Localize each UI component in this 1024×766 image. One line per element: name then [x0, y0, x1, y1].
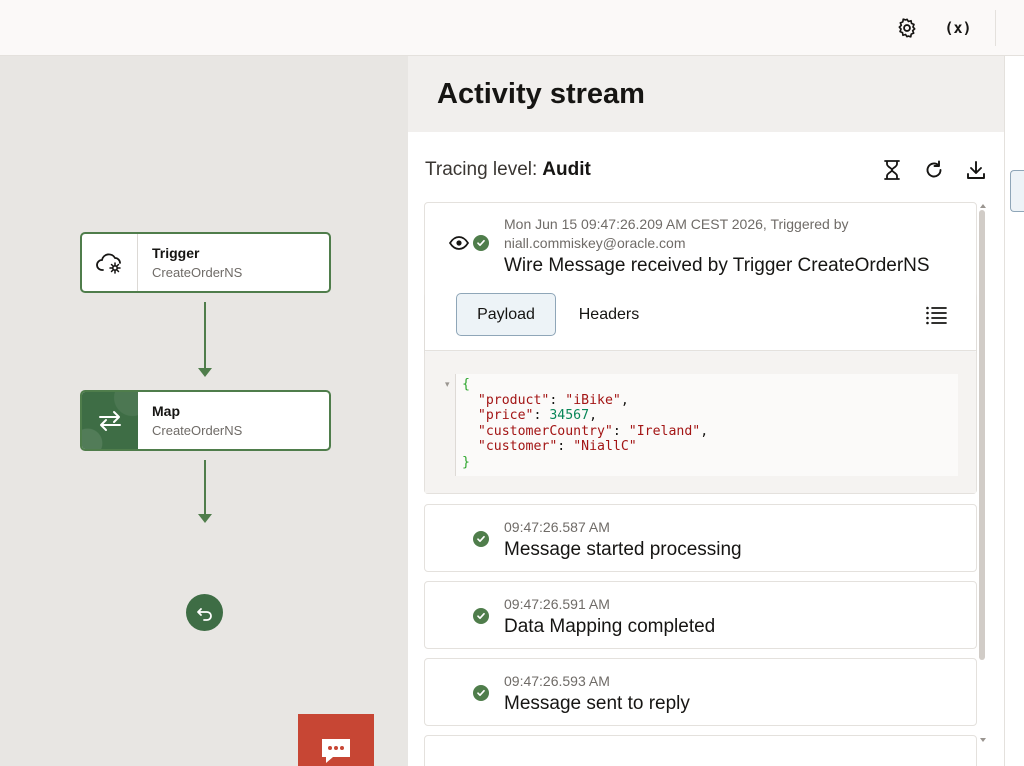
event-message: Wire Message received by Trigger CreateO… [504, 255, 930, 276]
connector-arrow [198, 514, 212, 523]
map-node[interactable]: Map CreateOrderNS [80, 390, 331, 451]
event-timestamp: Mon Jun 15 09:47:26.209 AM CEST 2026, Tr… [504, 216, 849, 232]
activity-item[interactable]: 09:47:26.587 AM Message started processi… [424, 504, 977, 572]
download-button[interactable] [962, 156, 990, 184]
success-check-icon [473, 531, 489, 547]
integration-canvas: Trigger CreateOrderNS Map CreateOrderNS [0, 56, 408, 766]
trigger-node-title: Trigger [152, 245, 200, 261]
history-button[interactable] [878, 156, 906, 184]
event-timestamp: 09:47:26.591 AM [504, 596, 610, 612]
trigger-node[interactable]: Trigger CreateOrderNS [80, 232, 331, 293]
payload-viewer: ▾ { "product": "iBike", "price": 34567, … [425, 352, 976, 493]
payload-code[interactable]: { "product": "iBike", "price": 34567, "c… [455, 374, 958, 476]
event-message: Data Mapping completed [504, 616, 716, 637]
top-bar: (x) [0, 0, 1024, 56]
activity-item[interactable] [424, 735, 977, 766]
tab-payload[interactable]: Payload [456, 293, 556, 336]
event-message: Message sent to reply [504, 693, 690, 714]
gear-icon [898, 18, 916, 38]
scroll-down-arrow[interactable] [980, 738, 986, 742]
download-icon [967, 161, 985, 179]
tab-headers[interactable]: Headers [572, 293, 646, 336]
activity-stream-panel: Activity stream Tracing level: Audit Mon… [408, 56, 1004, 766]
connector-arrow [198, 368, 212, 377]
refresh-icon [926, 160, 942, 178]
connector-line [204, 460, 206, 514]
event-timestamp: 09:47:26.593 AM [504, 673, 610, 689]
event-timestamp: 09:47:26.587 AM [504, 519, 610, 535]
activity-item[interactable]: 09:47:26.591 AM Data Mapping completed [424, 581, 977, 649]
tracing-level-value: Audit [542, 159, 591, 180]
panel-title: Activity stream [437, 78, 645, 110]
variables-button[interactable]: (x) [942, 12, 974, 44]
event-user: niall.commiskey@oracle.com [504, 235, 686, 251]
variables-icon: (x) [944, 19, 972, 37]
trigger-node-subtitle: CreateOrderNS [152, 265, 243, 280]
success-check-icon [473, 235, 489, 251]
fold-toggle-icon[interactable]: ▾ [445, 379, 450, 390]
hourglass-icon [884, 160, 900, 180]
view-options-button[interactable] [922, 301, 950, 329]
settings-button[interactable] [891, 12, 923, 44]
cloud-gear-icon [95, 253, 121, 274]
chat-bubble-icon [322, 739, 350, 763]
activity-item-expanded: Mon Jun 15 09:47:26.209 AM CEST 2026, Tr… [424, 202, 977, 494]
swap-arrows-icon [99, 410, 121, 431]
return-icon [196, 607, 212, 621]
tracing-level-label: Tracing level: [425, 159, 538, 180]
list-icon [926, 306, 947, 325]
refresh-button[interactable] [920, 156, 948, 184]
scroll-up-arrow[interactable] [980, 204, 986, 208]
map-node-title: Map [152, 403, 180, 419]
return-node[interactable] [186, 594, 223, 631]
right-sidebar [1004, 56, 1024, 766]
map-node-subtitle: CreateOrderNS [152, 423, 243, 438]
toolbar-divider [995, 10, 996, 46]
tracing-level-row: Tracing level: Audit [425, 152, 990, 188]
eye-icon[interactable] [449, 236, 469, 250]
success-check-icon [473, 608, 489, 624]
right-sidebar-tab[interactable] [1010, 170, 1024, 212]
payload-tabs: Payload Headers [425, 293, 976, 351]
connector-line [204, 302, 206, 368]
activity-item[interactable]: 09:47:26.593 AM Message sent to reply [424, 658, 977, 726]
chat-button[interactable] [298, 714, 374, 766]
activity-list: Mon Jun 15 09:47:26.209 AM CEST 2026, Tr… [424, 202, 977, 766]
activity-scrollbar[interactable] [979, 210, 985, 660]
success-check-icon [473, 685, 489, 701]
event-message: Message started processing [504, 539, 742, 560]
